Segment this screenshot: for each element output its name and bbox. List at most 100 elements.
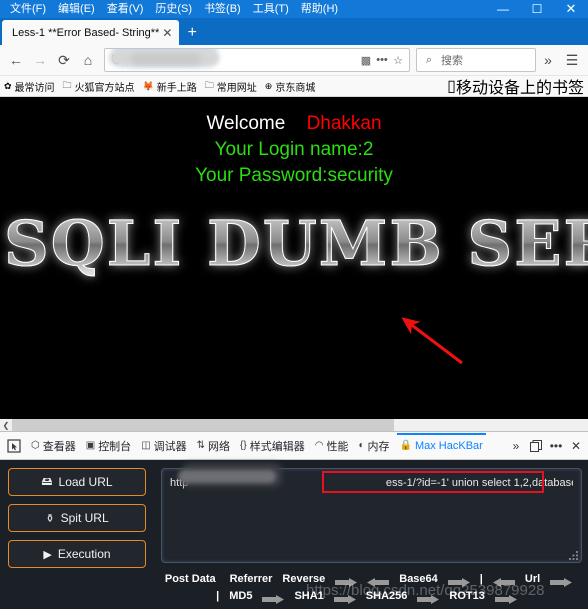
reverse-button[interactable]: Reverse	[282, 573, 325, 585]
forward-button[interactable]: →	[28, 48, 52, 72]
tab-performance[interactable]: ◠ 性能	[310, 433, 354, 459]
tab-console[interactable]: ▣ 控制台	[81, 433, 136, 459]
maximize-button[interactable]: ☐	[520, 0, 554, 18]
folder-icon: 🗀	[204, 80, 214, 90]
tab-close-icon[interactable]: ✕	[159, 26, 175, 40]
shield-icon	[108, 52, 124, 68]
sqli-result-block: Welcome Dhakkan Your Login name:2 Your P…	[0, 97, 588, 189]
devtools-toolbar-right: » ••• ✕	[506, 434, 588, 458]
lock-icon: 🔒	[399, 440, 412, 451]
md5-button[interactable]: MD5	[229, 590, 252, 602]
devtools-tab-label: 查看器	[42, 440, 76, 453]
arrow-left-icon[interactable]	[367, 574, 390, 587]
devtools-overflow-button[interactable]: »	[506, 434, 526, 458]
page-horizontal-scrollbar[interactable]: ❮	[0, 419, 588, 431]
tab-max-hackbar[interactable]: 🔒 Max HacKBar	[395, 432, 488, 459]
bookmark-firefox-site[interactable]: 🗀 火狐官方站点	[63, 78, 135, 94]
separator-pipe: |	[216, 589, 220, 602]
split-url-label: Spit URL	[60, 511, 109, 525]
load-url-icon: 🖴	[41, 475, 53, 488]
home-button[interactable]: ⌂	[76, 48, 100, 72]
address-bar[interactable]: 3/Less-1/?id=-1' ▩ ••• ☆	[104, 48, 410, 72]
window-controls: — ☐ ✕	[486, 0, 588, 18]
qr-code-icon[interactable]: ▩	[358, 54, 374, 67]
bookmark-star-icon[interactable]: ☆	[390, 54, 406, 67]
login-name-line: Your Login name:2	[214, 139, 374, 160]
menu-item-tools[interactable]: 工具(T)	[247, 0, 295, 18]
tab-active[interactable]: Less-1 **Error Based- String** ✕	[2, 20, 180, 45]
arrow-right-icon[interactable]	[335, 574, 358, 587]
sha256-button[interactable]: SHA256	[366, 590, 408, 602]
execute-icon: ▶	[43, 548, 52, 561]
reload-button[interactable]: ⟳	[52, 48, 76, 72]
arrow-left-icon[interactable]	[492, 574, 515, 587]
devtools-close-button[interactable]: ✕	[566, 434, 586, 458]
app-menu-button[interactable]: ☰	[560, 48, 584, 72]
menu-item-help[interactable]: 帮助(H)	[295, 0, 344, 18]
bookmark-label: 火狐官方站点	[74, 82, 135, 94]
bookmark-most-visited[interactable]: ✿ 最常访问	[4, 79, 55, 94]
user-name: Dhakkan	[306, 113, 382, 134]
sha1-button[interactable]: SHA1	[294, 590, 323, 602]
devtools-tab-label: 控制台	[98, 440, 132, 453]
toolbar-overflow-button[interactable]: »	[536, 48, 560, 72]
address-text: 3/Less-1/?id=-1'	[133, 54, 212, 66]
close-button[interactable]: ✕	[554, 0, 588, 18]
arrow-right-icon[interactable]	[333, 591, 356, 604]
sqli-banner: SQLI DUMB SER	[0, 207, 588, 299]
bookmark-mobile[interactable]: ▯ 移动设备上的书签	[447, 74, 584, 98]
tab-debugger[interactable]: ◫ 调试器	[136, 433, 191, 459]
page-actions-icon[interactable]: •••	[374, 54, 390, 66]
tab-memory[interactable]: ◐ 内存	[353, 433, 394, 459]
browser-window: 文件(F) 编辑(E) 查看(V) 历史(S) 书签(B) 工具(T) 帮助(H…	[0, 0, 588, 609]
menu-item-view[interactable]: 查看(V)	[101, 0, 150, 18]
split-url-button[interactable]: ⚱ Spit URL	[8, 504, 146, 532]
tab-style-editor[interactable]: {} 样式编辑器	[235, 433, 310, 459]
menu-item-file[interactable]: 文件(F)	[4, 0, 52, 18]
bookmark-jd-mall[interactable]: ⊕ 京东商城	[265, 79, 316, 94]
scroll-left-arrow-icon[interactable]: ❮	[0, 421, 12, 430]
bookmark-label: 京东商城	[275, 82, 316, 94]
hackbar-options-row-2: | MD5 SHA1 SHA256 ROT13	[161, 587, 582, 604]
element-picker-icon[interactable]	[2, 434, 26, 458]
devtools-tab-label: 性能	[326, 440, 349, 453]
menu-item-edit[interactable]: 编辑(E)	[52, 0, 101, 18]
menu-item-history[interactable]: 历史(S)	[149, 0, 198, 18]
rot13-button[interactable]: ROT13	[449, 590, 484, 602]
menu-bar: 文件(F) 编辑(E) 查看(V) 历史(S) 书签(B) 工具(T) 帮助(H…	[0, 0, 588, 18]
tab-title: Less-1 **Error Based- String**	[12, 26, 160, 39]
load-url-label: Load URL	[58, 475, 113, 489]
resize-grip-icon[interactable]	[569, 551, 578, 560]
bookmark-common-sites[interactable]: 🗀 常用网址	[205, 78, 257, 94]
base64-button[interactable]: Base64	[399, 573, 438, 585]
folder-icon: 🗀	[62, 80, 72, 90]
arrow-right-icon[interactable]	[550, 574, 573, 587]
dock-icon[interactable]	[526, 434, 546, 458]
debugger-icon: ◫	[141, 440, 151, 451]
load-url-button[interactable]: 🖴 Load URL	[8, 468, 146, 496]
devtools-tab-label: 调试器	[153, 440, 187, 453]
bookmark-label: 常用网址	[216, 82, 257, 94]
url-encode-button[interactable]: Url	[525, 573, 540, 585]
phone-icon: ▯	[447, 78, 456, 95]
back-button[interactable]: ←	[4, 48, 28, 72]
scrollbar-thumb[interactable]	[12, 419, 394, 431]
arrow-right-icon[interactable]	[262, 591, 285, 604]
devtools-more-button[interactable]: •••	[546, 434, 566, 458]
bookmark-getting-started[interactable]: 🦊 新手上路	[143, 79, 197, 94]
devtools-tab-label: 内存	[367, 440, 390, 453]
tab-inspector[interactable]: ⬡ 查看器	[26, 433, 81, 459]
arrow-right-icon[interactable]	[417, 591, 440, 604]
menu-item-bookmarks[interactable]: 书签(B)	[198, 0, 247, 18]
banner-text: SQLI DUMB SER	[4, 207, 588, 281]
network-icon: ⇅	[196, 440, 206, 451]
search-box[interactable]: ⌕ 搜索	[416, 48, 536, 72]
minimize-button[interactable]: —	[486, 0, 520, 18]
new-tab-button[interactable]: +	[179, 20, 205, 45]
tab-network[interactable]: ⇅ 网络	[192, 433, 235, 459]
execution-button[interactable]: ▶ Execution	[8, 540, 146, 568]
welcome-line: Welcome Dhakkan	[0, 111, 588, 137]
arrow-right-icon[interactable]	[494, 591, 517, 604]
arrow-right-icon[interactable]	[447, 574, 470, 587]
hackbar-url-textarea[interactable]: httpxxxxxess-1/?id=-1' union select 1,2,…	[161, 463, 582, 563]
